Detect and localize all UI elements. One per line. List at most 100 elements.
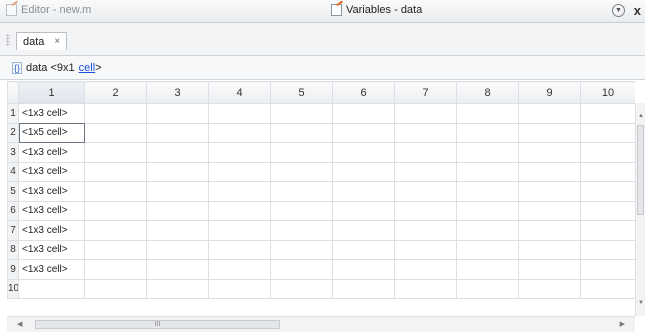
- row-header[interactable]: 3: [7, 142, 19, 163]
- empty-cell[interactable]: [270, 142, 333, 163]
- empty-cell[interactable]: [394, 278, 457, 299]
- empty-cell[interactable]: [270, 103, 333, 124]
- empty-cell[interactable]: [208, 200, 271, 221]
- empty-cell[interactable]: [332, 142, 395, 163]
- empty-cell[interactable]: [146, 239, 209, 260]
- tab-close-icon[interactable]: ×: [54, 36, 60, 47]
- empty-cell[interactable]: [270, 181, 333, 202]
- empty-cell[interactable]: [394, 103, 457, 124]
- empty-cell[interactable]: [394, 200, 457, 221]
- empty-cell[interactable]: [270, 278, 333, 299]
- empty-cell[interactable]: [518, 181, 581, 202]
- empty-cell[interactable]: [580, 239, 635, 260]
- empty-cell[interactable]: [394, 220, 457, 241]
- empty-cell[interactable]: [270, 239, 333, 260]
- empty-cell[interactable]: [580, 122, 635, 143]
- empty-cell[interactable]: [518, 142, 581, 163]
- empty-cell[interactable]: [518, 239, 581, 260]
- column-header[interactable]: 3: [146, 81, 209, 104]
- column-header[interactable]: 9: [518, 81, 581, 104]
- empty-cell[interactable]: [84, 122, 147, 143]
- empty-cell[interactable]: [518, 278, 581, 299]
- column-header[interactable]: 8: [456, 81, 519, 104]
- row-header[interactable]: 9: [7, 259, 19, 280]
- tab-data[interactable]: data ×: [16, 32, 68, 50]
- empty-cell[interactable]: [580, 259, 635, 280]
- empty-cell[interactable]: [456, 239, 519, 260]
- cell-value[interactable]: <1x3 cell>: [18, 220, 85, 241]
- column-header[interactable]: 1: [18, 81, 85, 104]
- empty-cell[interactable]: [84, 200, 147, 221]
- scroll-right-icon[interactable]: ▶: [620, 320, 625, 328]
- empty-cell[interactable]: [146, 220, 209, 241]
- cell-value[interactable]: [18, 278, 85, 299]
- row-header[interactable]: 2: [7, 122, 19, 143]
- editor-tab-title[interactable]: Editor - new.m: [6, 4, 91, 16]
- empty-cell[interactable]: [518, 220, 581, 241]
- empty-cell[interactable]: [518, 200, 581, 221]
- empty-cell[interactable]: [518, 259, 581, 280]
- row-header[interactable]: 6: [7, 200, 19, 221]
- empty-cell[interactable]: [84, 142, 147, 163]
- empty-cell[interactable]: [146, 103, 209, 124]
- empty-cell[interactable]: [84, 181, 147, 202]
- cell-value[interactable]: <1x3 cell>: [18, 200, 85, 221]
- column-header[interactable]: 4: [208, 81, 271, 104]
- empty-cell[interactable]: [518, 122, 581, 143]
- empty-cell[interactable]: [332, 259, 395, 280]
- column-header[interactable]: 2: [84, 81, 147, 104]
- empty-cell[interactable]: [270, 161, 333, 182]
- horizontal-scroll-thumb[interactable]: III: [35, 320, 280, 329]
- empty-cell[interactable]: [580, 220, 635, 241]
- empty-cell[interactable]: [456, 220, 519, 241]
- empty-cell[interactable]: [332, 200, 395, 221]
- empty-cell[interactable]: [84, 103, 147, 124]
- row-header[interactable]: 1: [7, 103, 19, 124]
- horizontal-scrollbar[interactable]: ◀ III ▶: [7, 316, 635, 332]
- empty-cell[interactable]: [146, 122, 209, 143]
- column-header[interactable]: 7: [394, 81, 457, 104]
- empty-cell[interactable]: [332, 220, 395, 241]
- cell-value[interactable]: <1x3 cell>: [18, 161, 85, 182]
- scroll-left-icon[interactable]: ◀: [17, 320, 22, 328]
- empty-cell[interactable]: [580, 142, 635, 163]
- empty-cell[interactable]: [580, 161, 635, 182]
- empty-cell[interactable]: [208, 239, 271, 260]
- column-header[interactable]: 10: [580, 81, 635, 104]
- empty-cell[interactable]: [146, 142, 209, 163]
- empty-cell[interactable]: [394, 122, 457, 143]
- empty-cell[interactable]: [208, 278, 271, 299]
- empty-cell[interactable]: [332, 161, 395, 182]
- empty-cell[interactable]: [146, 259, 209, 280]
- empty-cell[interactable]: [208, 142, 271, 163]
- empty-cell[interactable]: [84, 239, 147, 260]
- vertical-scroll-thumb[interactable]: [637, 125, 644, 215]
- empty-cell[interactable]: [518, 103, 581, 124]
- close-panel-button[interactable]: x: [634, 3, 641, 18]
- cell-value[interactable]: <1x3 cell>: [18, 142, 85, 163]
- grid-corner[interactable]: [7, 81, 19, 104]
- empty-cell[interactable]: [580, 200, 635, 221]
- empty-cell[interactable]: [332, 181, 395, 202]
- empty-cell[interactable]: [456, 161, 519, 182]
- empty-cell[interactable]: [456, 142, 519, 163]
- empty-cell[interactable]: [456, 181, 519, 202]
- empty-cell[interactable]: [208, 161, 271, 182]
- empty-cell[interactable]: [84, 278, 147, 299]
- empty-cell[interactable]: [456, 122, 519, 143]
- cell-value[interactable]: <1x3 cell>: [18, 103, 85, 124]
- empty-cell[interactable]: [146, 181, 209, 202]
- row-header[interactable]: 8: [7, 239, 19, 260]
- empty-cell[interactable]: [208, 103, 271, 124]
- empty-cell[interactable]: [270, 200, 333, 221]
- row-header[interactable]: 5: [7, 181, 19, 202]
- empty-cell[interactable]: [332, 122, 395, 143]
- cell-value[interactable]: <1x3 cell>: [18, 181, 85, 202]
- empty-cell[interactable]: [456, 200, 519, 221]
- empty-cell[interactable]: [84, 161, 147, 182]
- empty-cell[interactable]: [332, 239, 395, 260]
- empty-cell[interactable]: [332, 103, 395, 124]
- empty-cell[interactable]: [208, 122, 271, 143]
- cell-value[interactable]: <1x3 cell>: [18, 239, 85, 260]
- cell-value[interactable]: <1x3 cell>: [18, 259, 85, 280]
